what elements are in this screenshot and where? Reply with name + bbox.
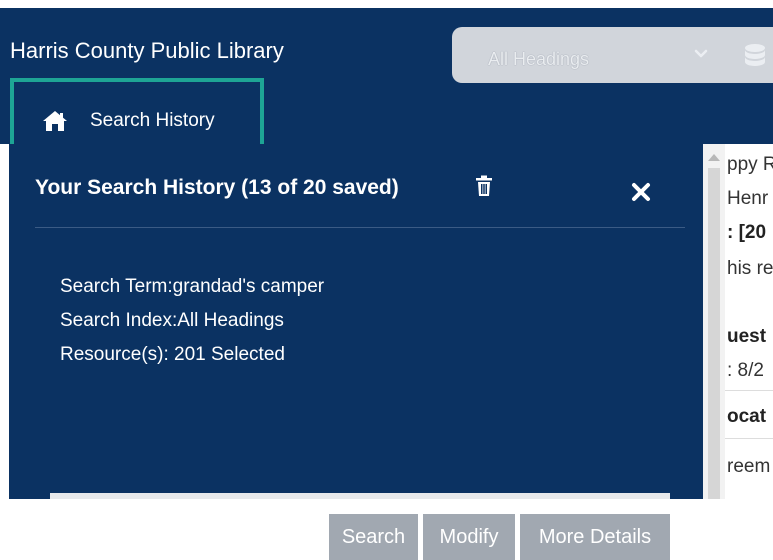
entry-search-index: Search Index:All Headings xyxy=(60,310,284,331)
close-icon[interactable] xyxy=(631,182,651,202)
background-text: ppy R xyxy=(727,154,773,175)
search-button[interactable]: Search xyxy=(329,514,418,560)
more-details-button[interactable]: More Details xyxy=(520,514,670,560)
background-text: ocat xyxy=(727,406,767,427)
heading-select[interactable]: All Headings xyxy=(452,27,773,83)
background-divider xyxy=(725,438,773,439)
chevron-down-icon xyxy=(694,49,708,58)
search-history-entry: Search Term:grandad's camper Search Inde… xyxy=(36,248,676,560)
database-icon xyxy=(745,44,765,66)
entry-bottom-edge xyxy=(50,493,670,499)
background-text: reem xyxy=(727,456,771,477)
background-page-content: ppy R Henr : [20 his re uest : 8/2 ocat … xyxy=(703,144,773,499)
background-text: uest xyxy=(727,326,767,347)
home-icon xyxy=(43,111,67,131)
entry-resources: Resource(s): 201 Selected xyxy=(60,344,285,365)
scrollbar[interactable] xyxy=(703,144,725,499)
scroll-up-arrow-icon[interactable] xyxy=(708,154,720,161)
trash-icon[interactable] xyxy=(475,175,493,197)
background-divider xyxy=(725,390,773,391)
entry-search-term: Search Term:grandad's camper xyxy=(60,276,325,297)
scroll-thumb[interactable] xyxy=(708,168,720,499)
background-text: Henr xyxy=(727,188,769,209)
library-name[interactable]: Harris County Public Library xyxy=(10,38,284,64)
panel-title: Your Search History (13 of 20 saved) xyxy=(35,176,399,199)
background-text: his re xyxy=(727,258,773,279)
search-history-panel: Your Search History (13 of 20 saved) Sea… xyxy=(9,144,703,560)
app-header: Harris County Public Library All Heading… xyxy=(0,8,773,161)
heading-select-value: All Headings xyxy=(488,49,590,69)
modify-button[interactable]: Modify xyxy=(423,514,515,560)
breadcrumb-search-history[interactable]: Search History xyxy=(90,110,215,132)
panel-divider xyxy=(35,227,685,228)
background-text: : 8/2 xyxy=(727,360,764,381)
background-text: : [20 xyxy=(727,222,767,243)
